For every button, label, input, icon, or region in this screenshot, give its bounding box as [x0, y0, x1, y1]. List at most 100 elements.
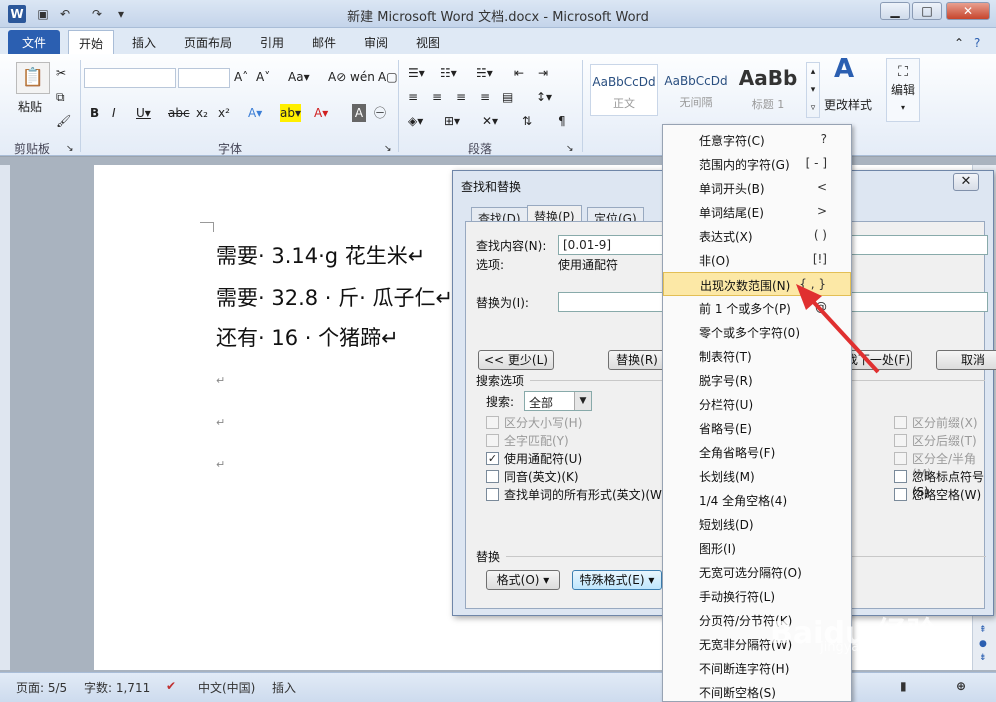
text-effects-icon[interactable]: A▾	[248, 104, 262, 122]
special-format-button[interactable]: 特殊格式(E) ▾	[572, 570, 662, 590]
prev-page-icon[interactable]: ⇞	[979, 625, 987, 635]
change-styles-button[interactable]: 更改样式	[824, 96, 872, 114]
next-page-icon[interactable]: ⇟	[979, 653, 987, 663]
browse-object-icon[interactable]: ●	[979, 639, 987, 649]
checkbox[interactable]	[486, 470, 499, 483]
tab-view[interactable]: 视图	[406, 30, 450, 54]
edit-button[interactable]: ⛶ 编辑 ▾	[886, 58, 920, 122]
checkbox[interactable]	[486, 488, 499, 501]
grow-font-icon[interactable]: A˄	[234, 68, 248, 86]
font-size-combo[interactable]	[178, 68, 230, 88]
style-no-spacing[interactable]: AaBbCcDd 无间隔	[662, 64, 730, 116]
maximize-button[interactable]: □	[912, 2, 942, 20]
increase-indent-icon[interactable]: ⇥	[538, 64, 548, 82]
italic-icon[interactable]: I	[112, 104, 116, 122]
menu-item[interactable]: 全角省略号(F)	[663, 440, 851, 464]
shading-icon[interactable]: ◈▾	[408, 112, 423, 130]
tab-review[interactable]: 审阅	[354, 30, 398, 54]
close-button[interactable]: ✕	[946, 2, 990, 20]
less-button[interactable]: << 更少(L)	[478, 350, 554, 370]
cut-icon[interactable]: ✂	[56, 64, 66, 82]
tab-file[interactable]: 文件	[8, 30, 61, 54]
clipboard-launcher-icon[interactable]: ↘	[66, 140, 74, 158]
paste-icon[interactable]: 📋	[16, 62, 50, 94]
chinese-layout-icon[interactable]: ✕▾	[482, 112, 498, 130]
tab-insert[interactable]: 插入	[122, 30, 166, 54]
word-count[interactable]: 字数: 1,711	[84, 679, 150, 696]
checkbox[interactable]	[894, 488, 907, 501]
menu-item[interactable]: 非(O) [!]	[663, 248, 851, 272]
doc-line-3[interactable]: 还有· 16 · 个猪蹄↵	[216, 322, 399, 352]
style-normal[interactable]: AaBbCcDd 正文	[590, 64, 658, 116]
doc-line-1[interactable]: 需要· 3.14·g 花生米↵	[216, 240, 425, 270]
underline-icon[interactable]: U▾	[136, 104, 151, 122]
tab-mailings[interactable]: 邮件	[302, 30, 346, 54]
change-styles-icon[interactable]: A	[834, 56, 854, 82]
insert-mode[interactable]: 插入	[272, 679, 296, 696]
menu-item[interactable]: 短划线(D)	[663, 512, 851, 536]
menu-item[interactable]: 前 1 个或多个(P) @	[663, 296, 851, 320]
justify-icon[interactable]: ≡	[480, 88, 490, 106]
menu-item[interactable]: 制表符(T)	[663, 344, 851, 368]
enclose-char-icon[interactable]: ㊀	[374, 104, 386, 122]
proofing-icon[interactable]: ✔	[166, 679, 176, 693]
bullets-icon[interactable]: ☰▾	[408, 64, 425, 82]
menu-item[interactable]: 单词结尾(E) >	[663, 200, 851, 224]
show-marks-icon[interactable]: ¶	[558, 112, 566, 130]
minimize-button[interactable]: ▁	[880, 2, 910, 20]
subscript-icon[interactable]: x₂	[196, 104, 208, 122]
menu-item[interactable]: 单词开头(B) <	[663, 176, 851, 200]
strikethrough-icon[interactable]: abc	[168, 104, 190, 122]
decrease-indent-icon[interactable]: ⇤	[514, 64, 524, 82]
distributed-icon[interactable]: ▤	[502, 88, 513, 106]
find-next-button[interactable]: 找下一处(F)	[844, 350, 912, 370]
help-icon[interactable]: ?	[964, 32, 990, 56]
chevron-down-icon[interactable]: ▼	[574, 392, 591, 410]
menu-item[interactable]: 不间断空格(S)	[663, 680, 851, 702]
superscript-icon[interactable]: x²	[218, 104, 230, 122]
style-heading-1[interactable]: AaBb 标题 1	[734, 64, 802, 116]
format-button[interactable]: 格式(O) ▾	[486, 570, 560, 590]
menu-item[interactable]: 图形(I)	[663, 536, 851, 560]
numbering-icon[interactable]: ☷▾	[440, 64, 457, 82]
phonetic-guide-icon[interactable]: wén	[350, 68, 375, 86]
line-spacing-icon[interactable]: ↕▾	[536, 88, 552, 106]
shrink-font-icon[interactable]: A˅	[256, 68, 270, 86]
copy-icon[interactable]: ⧉	[56, 88, 65, 106]
clear-format-icon[interactable]: A⊘	[328, 68, 346, 86]
align-center-icon[interactable]: ≡	[432, 88, 442, 106]
menu-item[interactable]: 范围内的字符(G) [ - ]	[663, 152, 851, 176]
tab-references[interactable]: 引用	[250, 30, 294, 54]
menu-item[interactable]: 不间断连字符(H)	[663, 656, 851, 680]
menu-item[interactable]: 无宽可选分隔符(O)	[663, 560, 851, 584]
bold-icon[interactable]: B	[90, 104, 99, 122]
menu-item[interactable]: 省略号(E)	[663, 416, 851, 440]
align-right-icon[interactable]: ≡	[456, 88, 466, 106]
sort-icon[interactable]: ⇅	[522, 112, 532, 130]
font-color-icon[interactable]: A▾	[314, 104, 328, 122]
menu-item[interactable]: 任意字符(C)?	[663, 128, 851, 152]
tab-page-layout[interactable]: 页面布局	[174, 30, 242, 54]
menu-item[interactable]: 分栏符(U)	[663, 392, 851, 416]
font-launcher-icon[interactable]: ↘	[384, 140, 392, 158]
zoom-slider-icon[interactable]: ▮	[900, 679, 907, 693]
menu-item[interactable]: 1/4 全角空格(4)	[663, 488, 851, 512]
multilevel-list-icon[interactable]: ☵▾	[476, 64, 493, 82]
replace-button[interactable]: 替换(R)	[608, 350, 666, 370]
page-count[interactable]: 页面: 5/5	[16, 679, 67, 696]
char-border-icon[interactable]: A▢	[378, 68, 398, 86]
menu-item[interactable]: 长划线(M)	[663, 464, 851, 488]
checkbox[interactable]	[894, 470, 907, 483]
tab-home[interactable]: 开始	[68, 30, 115, 54]
change-case-icon[interactable]: Aa▾	[288, 68, 310, 86]
checkbox[interactable]: ✓	[486, 452, 499, 465]
paragraph-launcher-icon[interactable]: ↘	[566, 140, 574, 158]
menu-item[interactable]: 零个或多个字符(0)	[663, 320, 851, 344]
zoom-in-icon[interactable]: ⊕	[956, 679, 966, 693]
borders-icon[interactable]: ⊞▾	[444, 112, 460, 130]
dialog-close-icon[interactable]: ✕	[953, 173, 979, 191]
menu-item[interactable]: 脱字号(R)	[663, 368, 851, 392]
format-painter-icon[interactable]: 🖌	[56, 112, 71, 130]
align-left-icon[interactable]: ≡	[408, 88, 418, 106]
font-name-combo[interactable]	[84, 68, 176, 88]
